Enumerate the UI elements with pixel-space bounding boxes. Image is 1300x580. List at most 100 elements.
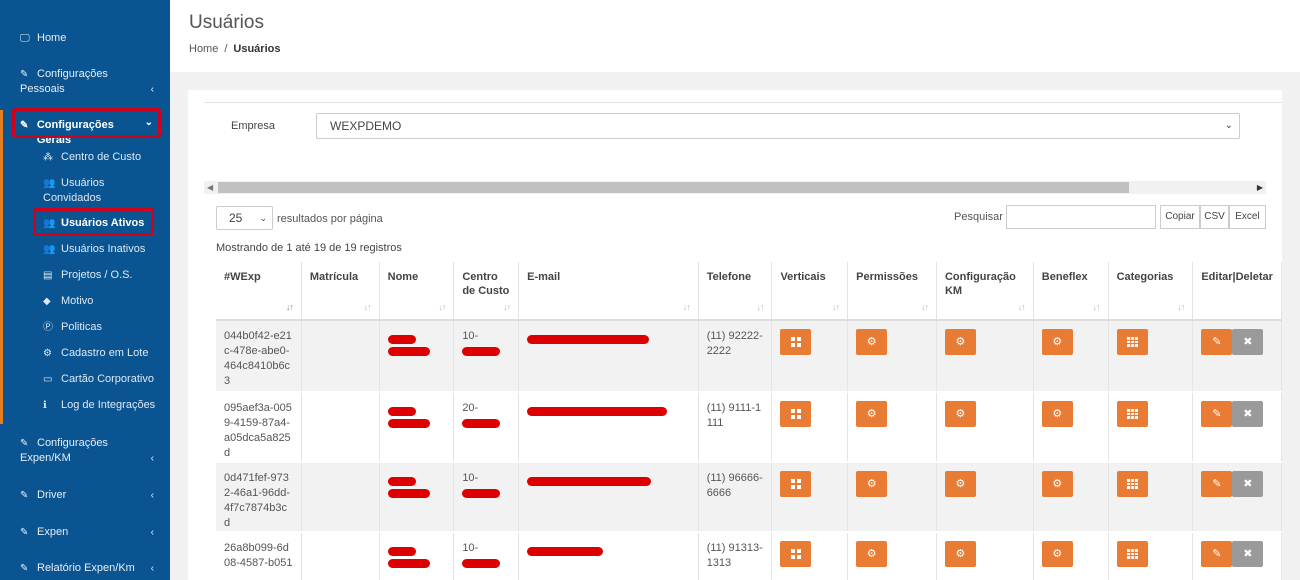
csv-button[interactable]: CSV xyxy=(1200,205,1229,229)
scroll-right-arrow-icon[interactable]: ▶ xyxy=(1257,181,1263,194)
delete-button[interactable]: ✖ xyxy=(1232,541,1264,567)
beneflex-button[interactable]: ⚙ xyxy=(1041,401,1073,427)
redaction-mark xyxy=(462,558,501,568)
column-header-categorias[interactable]: Categorias ↓↑ xyxy=(1108,262,1194,321)
redaction-mark xyxy=(387,559,430,568)
redaction-mark xyxy=(527,547,604,556)
table-row: 0d471fef-9732-46a1-96dd-4f7c7874b3cd [re… xyxy=(216,462,1282,533)
configuracao-km-button[interactable]: ⚙ xyxy=(944,401,976,427)
column-header-matricula[interactable]: Matrícula ↓↑ xyxy=(301,262,380,321)
column-header-telefone[interactable]: Telefone ↓↑ xyxy=(698,262,773,321)
categorias-button[interactable] xyxy=(1116,541,1148,567)
column-header-verticais[interactable]: Verticais ↓↑ xyxy=(771,262,849,321)
delete-button[interactable]: ✖ xyxy=(1232,329,1264,355)
sidebar-item-log-de-integracoes[interactable]: ℹ Log de Integrações xyxy=(0,398,170,413)
categorias-button[interactable] xyxy=(1116,329,1148,355)
beneflex-button[interactable]: ⚙ xyxy=(1041,541,1073,567)
search-input[interactable] xyxy=(1006,205,1156,229)
table-row: 044b0f42-e21c-478e-abe0-464c8410b6c3 [re… xyxy=(216,320,1282,393)
empresa-select[interactable]: WEXPDEMO ⌄ xyxy=(316,113,1240,139)
cell-email: [redacted] xyxy=(518,392,699,463)
cell-matricula xyxy=(301,462,380,533)
page-length-value: 25 xyxy=(229,211,243,225)
sidebar-item-relatorio-expen-km[interactable]: ✎ Relatório Expen/Km ‹ xyxy=(0,561,170,576)
redaction-mark xyxy=(527,407,668,416)
users-table: #WExp ↓↑ Matrícula ↓↑ Nome ↓↑ Centro de Cus… xyxy=(216,262,1282,580)
sidebar-item-home[interactable]: 🖵 Home xyxy=(0,31,170,46)
categorias-button[interactable] xyxy=(1116,401,1148,427)
permissoes-button[interactable]: ⚙ xyxy=(856,329,888,355)
sidebar-item-usuarios-ativos[interactable]: 👥 Usuários Ativos xyxy=(0,216,170,231)
sidebar-item-label: Politicas xyxy=(61,321,102,333)
card-icon: ▭ xyxy=(43,374,53,385)
permissoes-button[interactable]: ⚙ xyxy=(856,541,888,567)
sort-asc-icon: ↓↑ xyxy=(285,302,294,312)
sidebar-item-usuarios-inativos[interactable]: 👥 Usuários Inativos xyxy=(0,242,170,257)
sidebar-item-centro-de-custo[interactable]: ⁂ Centro de Custo xyxy=(0,150,170,165)
edit-icon: ✎ xyxy=(20,438,29,449)
cell-centro-de-custo: 20- xyxy=(453,392,520,463)
column-header-permissoes[interactable]: Permissões ↓↑ xyxy=(847,262,937,321)
sidebar-item-configuracoes-pessoais[interactable]: ✎ Configurações Pessoais ‹ xyxy=(0,67,170,97)
edit-button[interactable]: ✎ xyxy=(1201,471,1233,497)
beneflex-button[interactable]: ⚙ xyxy=(1041,471,1073,497)
sidebar-item-usuarios-convidados[interactable]: 👥 Usuários Convidados xyxy=(0,176,170,206)
delete-button[interactable]: ✖ xyxy=(1232,401,1264,427)
sidebar-item-politicas[interactable]: Ⓟ Politicas xyxy=(0,320,170,335)
sidebar-item-expen[interactable]: ✎ Expen ‹ xyxy=(0,525,170,540)
redaction-mark xyxy=(527,335,650,344)
copy-button[interactable]: Copiar xyxy=(1160,205,1200,229)
categorias-button[interactable] xyxy=(1116,471,1148,497)
delete-button[interactable]: ✖ xyxy=(1232,471,1264,497)
verticais-button[interactable] xyxy=(780,471,812,497)
sidebar-item-label: 👥 Usuários Convidados xyxy=(43,177,105,204)
horizontal-scrollbar[interactable]: ◀ ▶ xyxy=(204,181,1266,194)
grid-icon xyxy=(790,337,801,348)
close-icon: ✖ xyxy=(1243,408,1253,420)
sidebar-item-cartao-corporativo[interactable]: ▭ Cartão Corporativo xyxy=(0,372,170,387)
divider xyxy=(204,102,1282,103)
table-icon xyxy=(1126,409,1138,420)
edit-button[interactable]: ✎ xyxy=(1201,329,1233,355)
sidebar-item-motivo[interactable]: ◆ Motivo xyxy=(0,294,170,309)
cell-matricula xyxy=(301,532,380,580)
breadcrumb-home-link[interactable]: Home xyxy=(189,43,218,55)
column-header-beneflex[interactable]: Beneflex ↓↑ xyxy=(1033,262,1109,321)
configuracao-km-button[interactable]: ⚙ xyxy=(944,329,976,355)
cell-configuracao-km: ⚙ xyxy=(936,392,1034,463)
configuracao-km-button[interactable]: ⚙ xyxy=(944,541,976,567)
sort-icon: ↓↑ xyxy=(682,302,691,312)
gear-icon: ⚙ xyxy=(955,408,966,420)
verticais-button[interactable] xyxy=(780,329,812,355)
column-header-wexp[interactable]: #WExp ↓↑ xyxy=(216,262,302,321)
page-length-select[interactable]: 25 ⌄ xyxy=(216,206,273,230)
column-header-centro-de-custo[interactable]: Centro de Custo ↓↑ xyxy=(453,262,520,321)
cell-telefone: (11) 92222-2222 xyxy=(698,320,773,393)
sidebar-item-configuracoes-gerais[interactable]: ✎ Configurações Gerais ⌄ xyxy=(0,117,170,148)
column-header-nome[interactable]: Nome ↓↑ xyxy=(379,262,455,321)
verticais-button[interactable] xyxy=(780,541,812,567)
beneflex-button[interactable]: ⚙ xyxy=(1041,329,1073,355)
edit-icon: ✎ xyxy=(1212,408,1222,420)
permissoes-button[interactable]: ⚙ xyxy=(856,401,888,427)
edit-button[interactable]: ✎ xyxy=(1201,541,1233,567)
breadcrumb-current: Usuários xyxy=(233,43,281,55)
configuracao-km-button[interactable]: ⚙ xyxy=(944,471,976,497)
sidebar-item-label: Relatório Expen/Km xyxy=(37,562,135,574)
permissoes-button[interactable]: ⚙ xyxy=(856,471,888,497)
verticais-button[interactable] xyxy=(780,401,812,427)
sidebar-item-configuracoes-expen-km[interactable]: ✎ Configurações Expen/KM ‹ xyxy=(0,436,170,466)
excel-button[interactable]: Excel xyxy=(1229,205,1266,229)
edit-icon: ✎ xyxy=(1212,478,1222,490)
table-row: 26a8b099-6d08-4587-b051 [redacted] 10- [… xyxy=(216,532,1282,580)
scrollbar-thumb[interactable] xyxy=(218,182,1129,193)
scroll-left-arrow-icon[interactable]: ◀ xyxy=(207,181,213,194)
sidebar-item-driver[interactable]: ✎ Driver ‹ xyxy=(0,488,170,503)
users-icon: 👥 xyxy=(43,218,56,229)
sidebar-item-cadastro-em-lote[interactable]: ⚙ Cadastro em Lote xyxy=(0,346,170,361)
sidebar-item-projetos[interactable]: ▤ Projetos / O.S. xyxy=(0,268,170,283)
cell-nome: [redacted] xyxy=(379,462,455,533)
edit-button[interactable]: ✎ xyxy=(1201,401,1233,427)
column-header-configuracao-km[interactable]: Configuração KM ↓↑ xyxy=(936,262,1034,321)
column-header-email[interactable]: E-mail ↓↑ xyxy=(518,262,699,321)
